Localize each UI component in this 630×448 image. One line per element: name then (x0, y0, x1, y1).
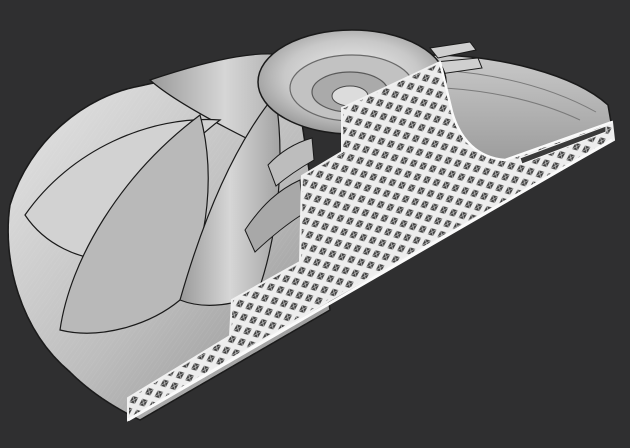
3d-viewport[interactable] (0, 0, 630, 448)
model-render (7, 29, 616, 422)
